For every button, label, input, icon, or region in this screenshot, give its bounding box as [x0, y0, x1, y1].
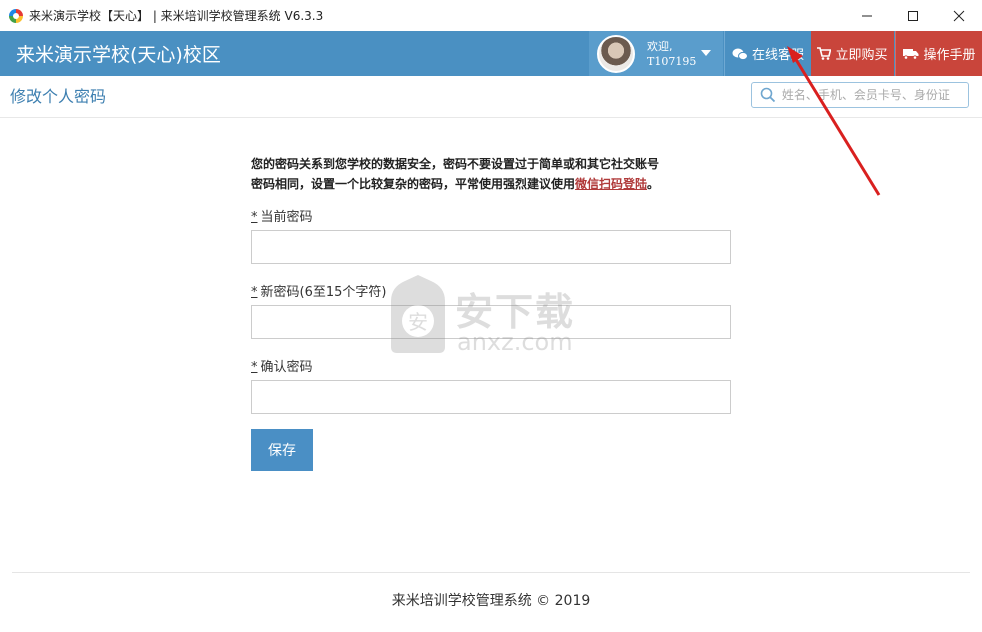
cart-icon [817, 47, 832, 60]
app-header: 来米演示学校(天心)校区 欢迎, T107195 在线客服 立即购买 操作手册 [0, 31, 982, 76]
user-menu[interactable]: 欢迎, T107195 [589, 31, 723, 76]
minimize-button[interactable] [844, 0, 890, 31]
online-service-label: 在线客服 [751, 48, 804, 63]
wechat-login-link[interactable]: 微信扫码登陆 [575, 177, 647, 191]
confirm-password-label: * 确认密码 [251, 356, 313, 375]
current-password-input[interactable] [251, 230, 731, 264]
wechat-icon [732, 48, 748, 60]
required-mark: * [251, 210, 258, 225]
new-password-label-text: 新密码(6至15个字符) [260, 285, 387, 300]
user-info: 欢迎, T107195 [647, 39, 696, 69]
footer-copyright: 来米培训学校管理系统 © 2019 [391, 593, 591, 609]
chevron-down-icon [701, 50, 711, 56]
close-icon [953, 10, 965, 21]
footer-divider [12, 572, 970, 573]
online-service-button[interactable]: 在线客服 [724, 31, 811, 76]
buy-now-label: 立即购买 [835, 48, 888, 63]
notice-line-2: 密码相同，设置一个比较复杂的密码，平常使用强烈建议使用微信扫码登陆。 [251, 174, 741, 194]
school-name: 来米演示学校(天心)校区 [16, 44, 221, 66]
window-title: 来米演示学校【天心】 | 来米培训学校管理系统 V6.3.3 [29, 9, 324, 23]
current-password-label: * 当前密码 [251, 206, 313, 225]
notice-line-2-text: 密码相同，设置一个比较复杂的密码，平常使用强烈建议使用 [251, 177, 576, 191]
new-password-label: * 新密码(6至15个字符) [251, 281, 386, 300]
window-titlebar: 来米演示学校【天心】 | 来米培训学校管理系统 V6.3.3 [0, 0, 982, 31]
window-controls [844, 0, 982, 31]
divider [0, 117, 982, 118]
required-mark: * [251, 360, 258, 375]
user-id: T107195 [647, 54, 697, 68]
current-password-label-text: 当前密码 [260, 210, 313, 225]
notice-line-1: 您的密码关系到您学校的数据安全，密码不要设置过于简单或和其它社交账号 [251, 157, 660, 171]
truck-icon [903, 49, 919, 60]
avatar [597, 34, 635, 73]
security-notice: 您的密码关系到您学校的数据安全，密码不要设置过于简单或和其它社交账号 密码相同，… [251, 154, 741, 194]
new-password-input[interactable] [251, 305, 731, 339]
buy-now-button[interactable]: 立即购买 [811, 31, 894, 76]
confirm-password-input[interactable] [251, 380, 731, 414]
app-logo-icon [9, 8, 23, 23]
notice-end: 。 [647, 177, 660, 191]
required-mark: * [251, 285, 258, 300]
close-button[interactable] [936, 0, 982, 31]
manual-label: 操作手册 [923, 48, 976, 63]
page-title: 修改个人密码 [10, 87, 107, 106]
manual-button[interactable]: 操作手册 [895, 31, 982, 76]
maximize-icon [908, 10, 918, 21]
maximize-button[interactable] [890, 0, 936, 31]
minimize-icon [862, 15, 872, 16]
search-icon [760, 87, 776, 103]
confirm-password-label-text: 确认密码 [260, 360, 313, 375]
user-greeting: 欢迎, [647, 39, 673, 53]
search-input[interactable] [779, 87, 968, 103]
save-button[interactable]: 保存 [251, 429, 313, 471]
search-box [751, 82, 969, 108]
